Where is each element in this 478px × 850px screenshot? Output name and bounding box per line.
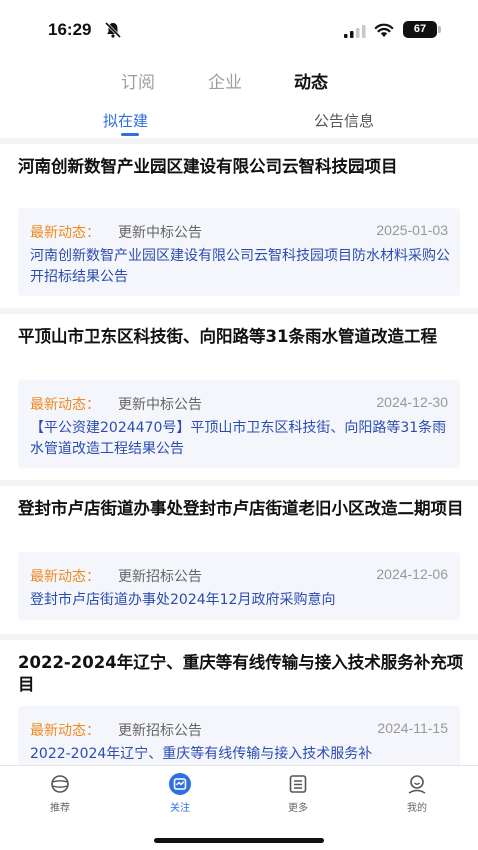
battery-indicator: 67 [403,21,441,38]
sub-tabs: 拟在建 公告信息 [0,102,478,138]
project-title: 2022-2024年辽宁、重庆等有线传输与接入技术服务补充项目 [18,653,464,694]
project-card[interactable]: 2022-2024年辽宁、重庆等有线传输与接入技术服务补充项目 最新动态： 更新… [0,640,478,776]
nav-profile[interactable]: 我的 [387,772,447,814]
latest-update-box[interactable]: 最新动态： 更新招标公告 2024-12-06 登封市卢店街道办事处2024年1… [18,552,460,620]
tab-updates[interactable]: 动态 [294,68,328,93]
nav-recommend[interactable]: 推荐 [30,772,90,814]
latest-update-box[interactable]: 最新动态： 更新中标公告 2024-12-30 【平公资建2024470号】平顶… [18,380,460,468]
update-date: 2025-01-03 [376,222,448,238]
tab-subscribe[interactable]: 订阅 [121,68,155,93]
project-title: 登封市卢店街道办事处登封市卢店街道老旧小区改造二期项目 [18,499,464,518]
nav-label: 我的 [407,803,427,814]
project-title: 河南创新数智产业园区建设有限公司云智科技园项目 [18,157,398,176]
update-label: 最新动态： [30,569,100,585]
subtab-announcements[interactable]: 公告信息 [314,110,374,131]
bottom-nav: 推荐 关注 更多 我的 [0,765,478,850]
status-time: 16:29 [48,20,92,39]
project-card[interactable]: 登封市卢店街道办事处登封市卢店街道老旧小区改造二期项目 最新动态： 更新招标公告… [0,486,478,634]
update-type: 更新中标公告 [118,225,202,241]
home-indicator [154,838,324,843]
update-label: 最新动态： [30,225,100,241]
update-description: 2022-2024年辽宁、重庆等有线传输与接入技术服务补 [30,746,373,762]
update-date: 2024-11-15 [377,720,448,736]
latest-update-box[interactable]: 最新动态： 更新中标公告 2025-01-03 河南创新数智产业园区建设有限公司… [18,208,460,296]
top-tabs: 订阅 企业 动态 [0,58,478,102]
profile-icon [408,775,426,794]
signal-icon [344,25,366,38]
update-label: 最新动态： [30,397,100,413]
nav-more[interactable]: 更多 [268,772,328,814]
update-description: 河南创新数智产业园区建设有限公司云智科技园项目防水材料采购公开招标结果公告 [30,248,450,285]
update-date: 2024-12-06 [376,566,448,582]
update-description: 登封市卢店街道办事处2024年12月政府采购意向 [30,592,336,608]
list-icon [289,775,307,793]
update-label: 最新动态： [30,723,100,739]
update-type: 更新中标公告 [118,397,202,413]
subtab-planned-projects[interactable]: 拟在建 [103,110,148,131]
project-card[interactable]: 平顶山市卫东区科技街、向阳路等31条雨水管道改造工程 最新动态： 更新中标公告 … [0,314,478,480]
nav-label: 关注 [170,803,190,814]
update-date: 2024-12-30 [376,394,448,410]
tab-enterprise[interactable]: 企业 [208,68,242,93]
wifi-icon [374,23,394,37]
nav-label: 推荐 [50,803,70,814]
update-type: 更新招标公告 [118,569,202,585]
planet-icon [51,775,69,793]
follow-icon [169,773,191,795]
status-bar: 16:29 67 [0,0,478,58]
project-card[interactable]: 河南创新数智产业园区建设有限公司云智科技园项目 最新动态： 更新中标公告 202… [0,144,478,308]
nav-label: 更多 [288,803,308,814]
screen: 16:29 67 订阅 企业 动态 拟在建 公告信息 河南创新数智产业园区建设有… [0,0,478,850]
update-type: 更新招标公告 [118,723,202,739]
subtab-active-indicator [121,133,139,136]
nav-follow[interactable]: 关注 [150,772,210,814]
bell-muted-icon [104,21,122,39]
update-description: 【平公资建2024470号】平顶山市卫东区科技街、向阳路等31条雨水管道改造工程… [30,420,447,457]
project-title: 平顶山市卫东区科技街、向阳路等31条雨水管道改造工程 [18,327,437,346]
